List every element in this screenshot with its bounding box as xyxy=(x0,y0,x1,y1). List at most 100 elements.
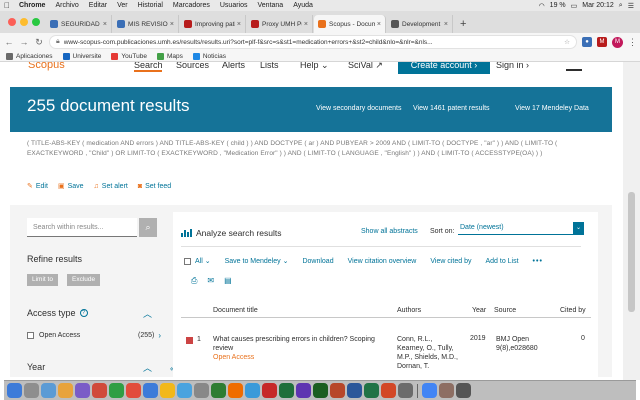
address-bar[interactable]: 🔒︎ www-scopus-com.publicaciones.umh.es/r… xyxy=(49,35,577,49)
bibliography-icon[interactable]: ▤ xyxy=(224,276,232,286)
dock-app-icon[interactable] xyxy=(422,383,437,398)
access-type-facet-title[interactable]: Access type ? xyxy=(27,308,88,318)
hamburger-menu-icon[interactable] xyxy=(566,69,582,71)
minimize-window-button[interactable] xyxy=(20,18,28,26)
search-within-button[interactable]: ⌕ xyxy=(139,218,157,237)
dock-app-icon[interactable] xyxy=(456,383,471,398)
sign-in-link[interactable]: Sign in › xyxy=(496,62,529,70)
bookmark-star-icon[interactable]: ☆ xyxy=(564,38,570,46)
reload-icon[interactable]: ↻ xyxy=(34,37,44,48)
dock-app-icon[interactable] xyxy=(439,383,454,398)
col-source[interactable]: Source xyxy=(494,307,516,314)
nav-search[interactable]: Search xyxy=(134,62,163,70)
new-tab-button[interactable]: + xyxy=(454,15,472,33)
clock[interactable]: Mar 20:12 xyxy=(582,2,614,9)
email-icon[interactable]: ✉ xyxy=(207,276,214,286)
profile-avatar[interactable]: M xyxy=(612,36,623,48)
set-alert-link[interactable]: ♫ Set alert xyxy=(94,182,128,190)
view-patent-results-link[interactable]: View 1461 patent results xyxy=(413,105,490,112)
save-to-mendeley-button[interactable]: Save to Mendeley ⌄ xyxy=(225,257,289,265)
col-year[interactable]: Year xyxy=(472,307,486,314)
dock-app-icon[interactable] xyxy=(194,383,209,398)
menu-ayuda[interactable]: Ayuda xyxy=(288,2,318,9)
bookmark-youtube[interactable]: YouTube xyxy=(111,52,147,60)
dock-app-icon[interactable] xyxy=(296,383,311,398)
tab-seguridad[interactable]: SEGURIDAD PEDIÁ × xyxy=(46,15,112,33)
dock-app-icon[interactable] xyxy=(92,383,107,398)
bookmark-noticias[interactable]: Noticias xyxy=(192,52,226,60)
view-citation-overview-button[interactable]: View citation overview xyxy=(348,258,417,265)
menu-archivo[interactable]: Archivo xyxy=(50,2,83,9)
dock-app-icon[interactable] xyxy=(126,383,141,398)
show-all-abstracts-link[interactable]: Show all abstracts xyxy=(361,228,418,235)
dock-app-icon[interactable] xyxy=(160,383,175,398)
source-link[interactable]: BMJ Open 9(8),e028680 xyxy=(496,335,556,353)
lock-icon[interactable]: 🔒︎ xyxy=(56,38,60,46)
bookmark-aplicaciones[interactable]: Aplicaciones xyxy=(6,52,53,60)
close-window-button[interactable] xyxy=(8,18,16,26)
apple-menu-icon[interactable]:  xyxy=(0,1,14,10)
tab-development[interactable]: Development and t × xyxy=(387,15,453,33)
tab-mis-revisiones[interactable]: MIS REVISIONES × xyxy=(113,15,179,33)
bookmark-universite[interactable]: Universite xyxy=(62,52,101,60)
dock-app-icon[interactable] xyxy=(75,383,90,398)
nav-scival[interactable]: SciVal ↗ xyxy=(348,62,383,71)
view-cited-by-button[interactable]: View cited by xyxy=(430,258,471,265)
col-document-title[interactable]: Document title xyxy=(213,307,258,314)
year-facet-title[interactable]: Year xyxy=(27,362,45,372)
nav-lists[interactable]: Lists xyxy=(260,62,279,70)
scrollbar-thumb[interactable] xyxy=(628,192,635,312)
dock-app-icon[interactable] xyxy=(24,383,39,398)
dock-app-icon[interactable] xyxy=(381,383,396,398)
nav-alerts[interactable]: Alerts xyxy=(222,62,245,70)
menu-ventana[interactable]: Ventana xyxy=(253,2,289,9)
chevron-up-icon[interactable]: ︿ xyxy=(143,361,152,374)
back-icon[interactable]: ← xyxy=(4,37,14,47)
close-tab-icon[interactable]: × xyxy=(304,21,308,28)
edit-query-link[interactable]: ✎ Edit xyxy=(27,182,48,191)
dock-app-icon[interactable] xyxy=(177,383,192,398)
extension-icon[interactable]: ● xyxy=(582,37,592,47)
row-checkbox[interactable] xyxy=(186,337,193,344)
close-tab-icon[interactable]: × xyxy=(170,21,174,28)
tab-scopus[interactable]: Scopus - Docume × xyxy=(314,15,386,33)
dock-app-icon[interactable] xyxy=(262,383,277,398)
page-scrollbar[interactable] xyxy=(623,62,640,380)
close-tab-icon[interactable]: × xyxy=(377,21,381,28)
print-icon[interactable]: ⎙ xyxy=(191,276,197,286)
create-account-button[interactable]: Create account › xyxy=(398,62,490,74)
chrome-menu-icon[interactable]: ⋮ xyxy=(628,37,637,48)
dock-app-icon[interactable] xyxy=(398,383,413,398)
cited-by-count[interactable]: 0 xyxy=(581,335,585,342)
authors-links[interactable]: Conn, R.L., Kearney, O., Tully, M.P., Sh… xyxy=(397,335,459,371)
col-authors[interactable]: Authors xyxy=(397,307,421,314)
wifi-icon[interactable]: ◠ xyxy=(539,2,545,10)
add-to-list-button[interactable]: Add to List xyxy=(485,258,518,265)
open-access-checkbox[interactable] xyxy=(27,332,34,339)
dock-app-icon[interactable] xyxy=(143,383,158,398)
view-secondary-documents-link[interactable]: View secondary documents xyxy=(316,105,401,112)
dock-app-icon[interactable] xyxy=(211,383,226,398)
menu-marcadores[interactable]: Marcadores xyxy=(168,2,215,9)
view-mendeley-data-link[interactable]: View 17 Mendeley Data xyxy=(515,105,589,112)
dock-app-icon[interactable] xyxy=(330,383,345,398)
help-icon[interactable]: ? xyxy=(79,309,88,317)
dock-app-icon[interactable] xyxy=(7,383,22,398)
dock-app-icon[interactable] xyxy=(279,383,294,398)
menu-ver[interactable]: Ver xyxy=(112,2,133,9)
nav-help[interactable]: Help ⌄ xyxy=(300,62,329,71)
nav-sources[interactable]: Sources xyxy=(176,62,209,70)
menu-usuarios[interactable]: Usuarios xyxy=(215,2,253,9)
menu-historial[interactable]: Historial xyxy=(133,2,168,9)
close-tab-icon[interactable]: × xyxy=(237,21,241,28)
dock-app-icon[interactable] xyxy=(41,383,56,398)
search-within-results-input[interactable]: Search within results... xyxy=(27,218,137,237)
limit-to-button[interactable]: Limit to xyxy=(27,274,58,286)
dock-app-icon[interactable] xyxy=(245,383,260,398)
menu-editar[interactable]: Editar xyxy=(84,2,112,9)
chevron-right-icon[interactable]: › xyxy=(158,331,161,340)
forward-icon[interactable]: → xyxy=(19,37,29,47)
dock-app-icon[interactable] xyxy=(364,383,379,398)
facet-open-access[interactable]: Open Access (255) › xyxy=(27,331,161,340)
notification-center-icon[interactable]: ☰ xyxy=(628,2,634,10)
